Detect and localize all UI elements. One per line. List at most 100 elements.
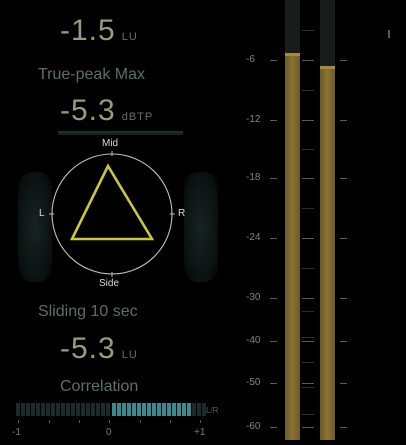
correlation-segment bbox=[116, 403, 121, 416]
meter-scale-label: -50 bbox=[246, 377, 261, 388]
meter-tick bbox=[270, 178, 277, 179]
correlation-tick bbox=[109, 420, 110, 423]
meter-minor-tick bbox=[302, 208, 314, 209]
sliding-value: -5.3 bbox=[60, 332, 116, 365]
correlation-segment bbox=[146, 403, 151, 416]
correlation-segment bbox=[76, 403, 81, 416]
meter-scale-label: -24 bbox=[246, 232, 261, 243]
meter-tick bbox=[302, 298, 314, 299]
meter-minor-tick bbox=[302, 268, 314, 269]
right-channel-bar-peak bbox=[320, 66, 335, 69]
correlation-segment bbox=[46, 403, 51, 416]
correlation-segment bbox=[176, 403, 181, 416]
correlation-segment bbox=[86, 403, 91, 416]
vectorscope-left-label: L bbox=[39, 208, 45, 219]
correlation-scale-max: +1 bbox=[194, 427, 206, 438]
meter-tick bbox=[270, 60, 277, 61]
correlation-lr-label: L/R bbox=[206, 406, 219, 415]
correlation-tick bbox=[200, 420, 201, 423]
correlation-label: Correlation bbox=[60, 378, 139, 395]
correlation-segment bbox=[41, 403, 46, 416]
correlation-segment bbox=[31, 403, 36, 416]
meter-tick bbox=[340, 120, 347, 121]
meter-tick bbox=[270, 383, 277, 384]
vectorscope-trace bbox=[69, 163, 155, 241]
correlation-segment bbox=[151, 403, 156, 416]
meter-scale-label: -12 bbox=[246, 114, 261, 125]
correlation-segment bbox=[81, 403, 86, 416]
meter-tick bbox=[270, 427, 277, 428]
correlation-segment bbox=[56, 403, 61, 416]
correlation-segment bbox=[171, 403, 176, 416]
meter-minor-tick bbox=[302, 310, 314, 312]
meter-minor-tick bbox=[302, 413, 314, 415]
correlation-segment bbox=[121, 403, 126, 416]
meter-scale-label: -60 bbox=[246, 421, 261, 432]
correlation-segment bbox=[16, 403, 20, 416]
meter-minor-tick bbox=[302, 30, 314, 31]
correlation-tick bbox=[18, 420, 19, 423]
meter-tick bbox=[340, 383, 347, 384]
correlation-scale-min: -1 bbox=[12, 427, 21, 438]
meter-tick bbox=[340, 178, 347, 179]
meter-scale-label: -18 bbox=[246, 172, 261, 183]
left-channel-bar-fill bbox=[285, 55, 300, 440]
meter-tick bbox=[302, 60, 314, 61]
loudness-meter-panel: -1.5 LU True-peak Max -5.3 dBTP Mid Side L… bbox=[0, 0, 406, 445]
left-channel-bar-peak bbox=[285, 53, 300, 56]
correlation-segment bbox=[161, 403, 166, 416]
meter-tick bbox=[270, 341, 277, 342]
meter-minor-tick bbox=[302, 362, 314, 363]
correlation-segment bbox=[186, 403, 191, 416]
correlation-segment bbox=[96, 403, 101, 416]
meter-scale-label: -40 bbox=[246, 335, 261, 346]
meter-tick bbox=[302, 178, 314, 179]
meter-tick bbox=[302, 427, 314, 428]
correlation-segment bbox=[196, 403, 201, 416]
correlation-tick bbox=[49, 420, 50, 423]
correlation-segment bbox=[61, 403, 66, 416]
correlation-segment bbox=[156, 403, 161, 416]
correlation-segment bbox=[106, 403, 111, 416]
correlation-scale-zero: 0 bbox=[106, 427, 112, 438]
sliding-label: Sliding 10 sec bbox=[38, 303, 138, 320]
correlation-segment bbox=[71, 403, 76, 416]
vectorscope-right-label: R bbox=[178, 208, 186, 219]
correlation-segment bbox=[21, 403, 26, 416]
meter-tick bbox=[302, 341, 314, 342]
meter-tick bbox=[302, 383, 314, 384]
correlation-segment bbox=[191, 403, 196, 416]
vectorscope-mid-label: Mid bbox=[102, 138, 119, 149]
sliding-readout: -5.3 LU bbox=[60, 332, 138, 366]
correlation-segment bbox=[181, 403, 186, 416]
meter-tick bbox=[340, 427, 347, 428]
meter-scale-label: -30 bbox=[246, 292, 261, 303]
meter-tick bbox=[302, 120, 314, 121]
meter-tick bbox=[270, 120, 277, 121]
correlation-segment bbox=[136, 403, 141, 416]
correlation-tick bbox=[140, 420, 141, 423]
correlation-segment bbox=[166, 403, 171, 416]
correlation-segment bbox=[66, 403, 71, 416]
meter-minor-tick bbox=[302, 336, 314, 338]
correlation-segment bbox=[126, 403, 131, 416]
correlation-segment bbox=[26, 403, 31, 416]
window-edge-marker bbox=[388, 30, 390, 38]
correlation-segment bbox=[51, 403, 56, 416]
correlation-segment bbox=[101, 403, 106, 416]
right-channel-bar-fill bbox=[320, 68, 335, 440]
meter-tick bbox=[270, 298, 277, 299]
correlation-segment bbox=[131, 403, 136, 416]
correlation-segment bbox=[111, 403, 116, 416]
meter-tick bbox=[340, 298, 347, 299]
meter-tick bbox=[340, 341, 347, 342]
meter-tick bbox=[302, 238, 314, 239]
vectorscope-side-label: Side bbox=[99, 278, 120, 289]
correlation-segment bbox=[91, 403, 96, 416]
meter-tick bbox=[270, 238, 277, 239]
sliding-unit: LU bbox=[121, 349, 138, 361]
meter-tick bbox=[340, 238, 347, 239]
correlation-segment bbox=[36, 403, 41, 416]
correlation-tick bbox=[170, 420, 171, 423]
meter-tick bbox=[340, 60, 347, 61]
